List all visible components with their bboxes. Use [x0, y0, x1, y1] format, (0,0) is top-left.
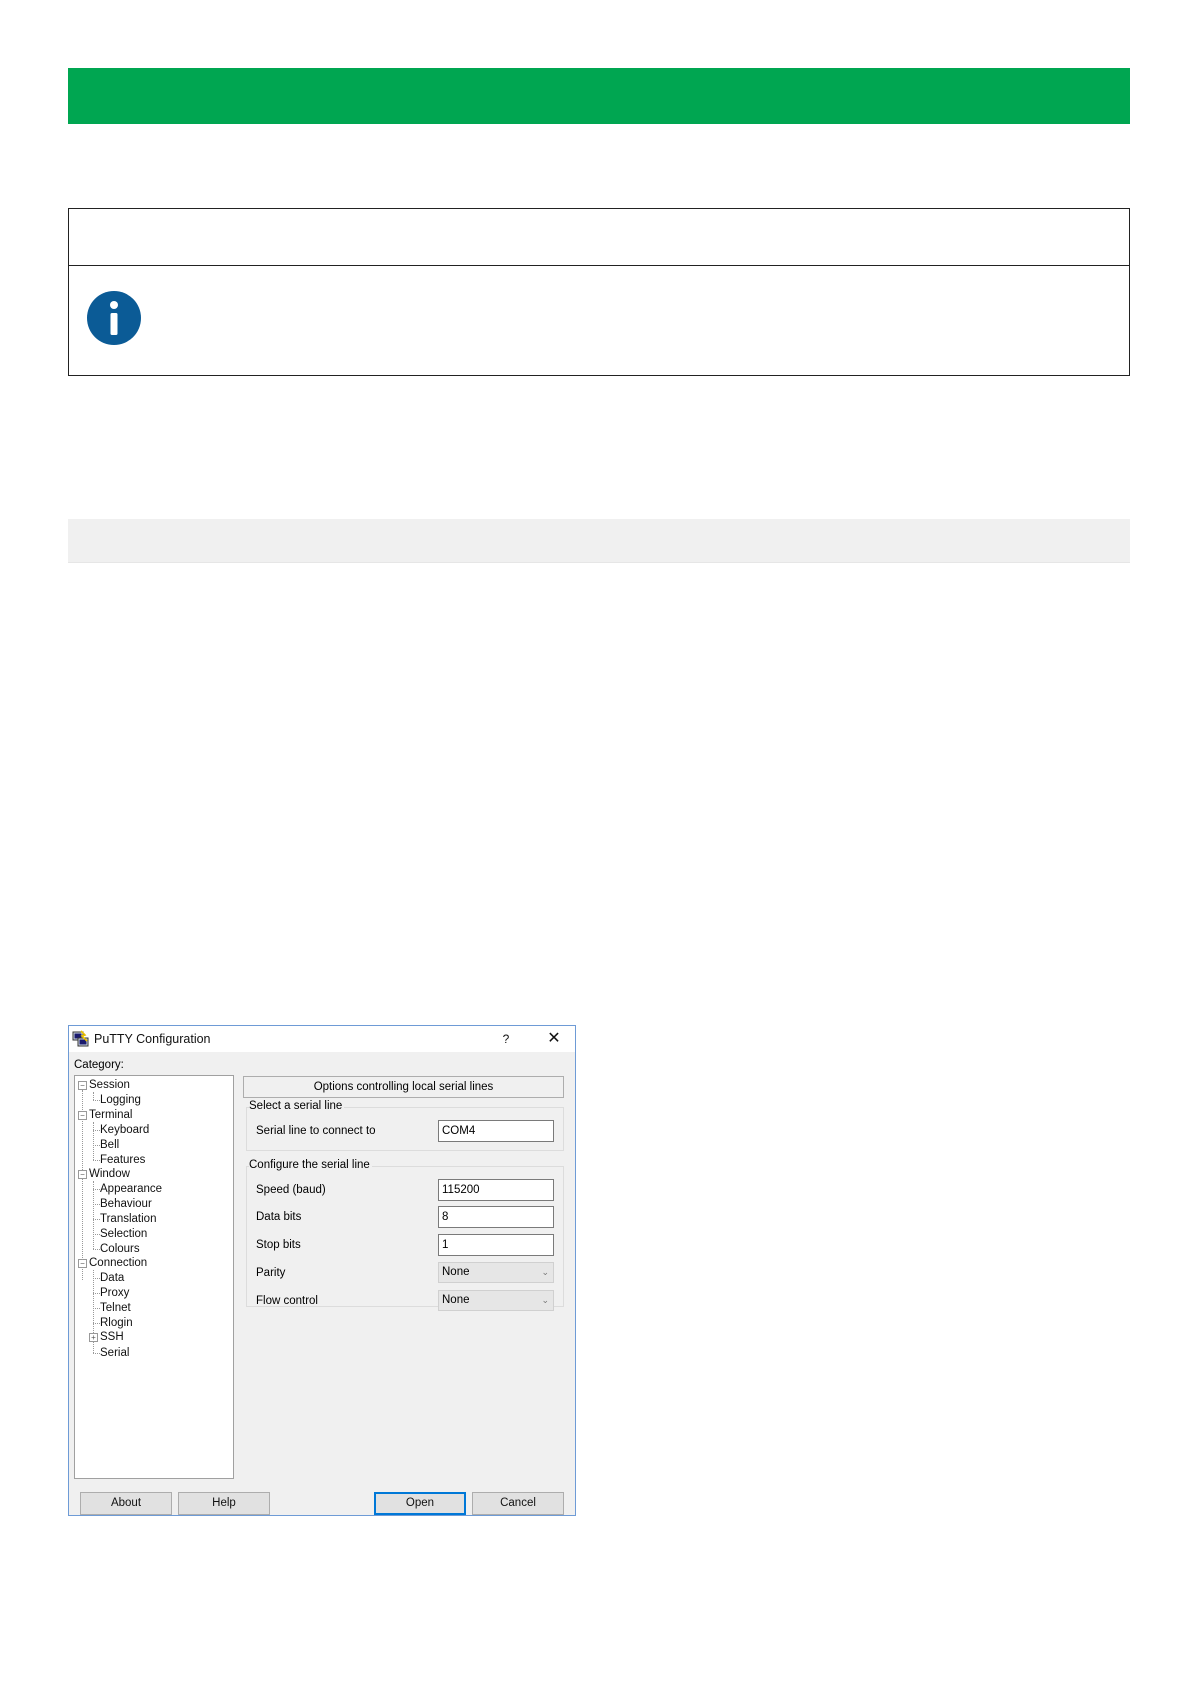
tree-connector — [93, 1323, 100, 1324]
tree-item-logging[interactable]: Logging — [100, 1092, 141, 1108]
tree-item-serial[interactable]: Serial — [100, 1345, 129, 1361]
stop-bits-label: Stop bits — [256, 1239, 301, 1251]
speed-label: Speed (baud) — [256, 1184, 326, 1196]
tree-connector — [93, 1181, 94, 1249]
title-bar[interactable]: PuTTY Configuration ? ✕ — [69, 1026, 575, 1052]
tree-connector — [93, 1278, 100, 1279]
stop-bits-input[interactable]: 1 — [438, 1234, 554, 1256]
tree-connector — [93, 1353, 100, 1354]
tree-connector — [93, 1293, 100, 1294]
tree-connector — [93, 1249, 100, 1250]
collapse-icon[interactable]: − — [78, 1170, 87, 1179]
putty-app-icon — [72, 1030, 89, 1047]
tree-item-appearance[interactable]: Appearance — [100, 1181, 162, 1197]
collapse-icon[interactable]: − — [78, 1081, 87, 1090]
panel-header: Options controlling local serial lines — [243, 1076, 564, 1098]
tree-connector — [93, 1092, 94, 1100]
flow-control-select[interactable]: None ⌄ — [438, 1290, 554, 1311]
code-band — [68, 519, 1130, 563]
info-icon — [87, 291, 141, 345]
parity-value: None — [442, 1266, 470, 1278]
parity-label: Parity — [256, 1267, 286, 1279]
tree-item-window[interactable]: Window — [89, 1166, 130, 1182]
category-tree[interactable]: − − − − + Session Logging Terminal Keybo… — [74, 1075, 234, 1479]
collapse-icon[interactable]: − — [78, 1259, 87, 1268]
tree-item-bell[interactable]: Bell — [100, 1137, 119, 1153]
open-button[interactable]: Open — [374, 1492, 466, 1515]
tree-item-telnet[interactable]: Telnet — [100, 1300, 131, 1316]
group-title-select-serial-line: Select a serial line — [249, 1100, 345, 1112]
serial-line-label: Serial line to connect to — [256, 1125, 376, 1137]
tree-connector — [93, 1130, 100, 1131]
serial-line-input[interactable]: COM4 — [438, 1120, 554, 1142]
help-titlebar-button[interactable]: ? — [493, 1027, 519, 1051]
tree-item-data[interactable]: Data — [100, 1270, 124, 1286]
tree-item-connection[interactable]: Connection — [89, 1255, 147, 1271]
tree-item-selection[interactable]: Selection — [100, 1226, 147, 1242]
window-title: PuTTY Configuration — [94, 1032, 211, 1046]
tree-item-terminal[interactable]: Terminal — [89, 1107, 132, 1123]
collapse-icon[interactable]: − — [78, 1111, 87, 1120]
data-bits-input[interactable]: 8 — [438, 1206, 554, 1228]
tree-item-ssh[interactable]: SSH — [100, 1329, 124, 1345]
flow-control-label: Flow control — [256, 1295, 318, 1307]
expand-icon[interactable]: + — [89, 1333, 98, 1342]
data-bits-label: Data bits — [256, 1211, 302, 1223]
tree-connector — [93, 1308, 100, 1309]
help-button[interactable]: Help — [178, 1492, 270, 1515]
parity-select[interactable]: None ⌄ — [438, 1262, 554, 1283]
info-note-box — [68, 208, 1130, 376]
chevron-down-icon: ⌄ — [541, 1267, 549, 1277]
chevron-down-icon: ⌄ — [541, 1295, 549, 1305]
tree-item-translation[interactable]: Translation — [100, 1211, 156, 1227]
tree-connector — [93, 1145, 100, 1146]
putty-configuration-window: PuTTY Configuration ? ✕ Category: − − − … — [68, 1025, 576, 1516]
speed-input[interactable]: 115200 — [438, 1179, 554, 1201]
tree-connector — [93, 1219, 100, 1220]
section-header-bar — [68, 68, 1130, 124]
group-title-configure-serial-line: Configure the serial line — [249, 1159, 372, 1171]
about-button[interactable]: About — [80, 1492, 172, 1515]
tree-connector — [93, 1100, 100, 1101]
tree-item-session[interactable]: Session — [89, 1077, 130, 1093]
tree-connector — [93, 1189, 100, 1190]
tree-connector — [93, 1234, 100, 1235]
category-label: Category: — [74, 1059, 124, 1071]
close-icon[interactable]: ✕ — [539, 1027, 569, 1051]
tree-item-keyboard[interactable]: Keyboard — [100, 1122, 149, 1138]
tree-connector — [93, 1160, 100, 1161]
info-note-header — [69, 209, 1129, 266]
tree-item-behaviour[interactable]: Behaviour — [100, 1196, 152, 1212]
tree-connector — [93, 1204, 100, 1205]
tree-item-proxy[interactable]: Proxy — [100, 1285, 129, 1301]
flow-control-value: None — [442, 1294, 470, 1306]
cancel-button[interactable]: Cancel — [472, 1492, 564, 1515]
tree-connector — [93, 1122, 94, 1160]
